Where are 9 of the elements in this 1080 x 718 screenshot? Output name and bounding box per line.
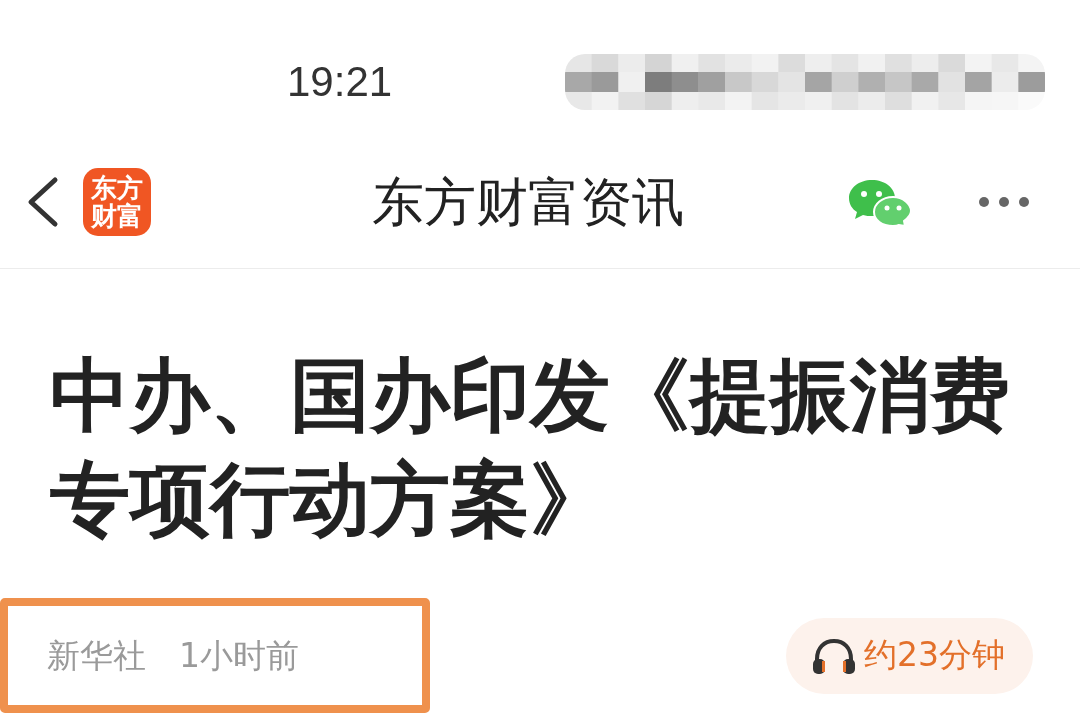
- publish-time: 1小时前: [179, 635, 299, 676]
- app-logo: 东方 财富: [83, 168, 151, 236]
- status-time: 19:21: [287, 58, 393, 106]
- article-headline: 中办、国办印发《提振消费专项行动方案》: [50, 348, 1011, 548]
- more-icon[interactable]: [978, 195, 1030, 209]
- headphones-icon: [812, 636, 856, 675]
- article-source: 新华社: [47, 635, 146, 676]
- page-title: 东方财富资讯: [371, 172, 684, 232]
- listen-button[interactable]: 约23分钟: [786, 617, 1033, 694]
